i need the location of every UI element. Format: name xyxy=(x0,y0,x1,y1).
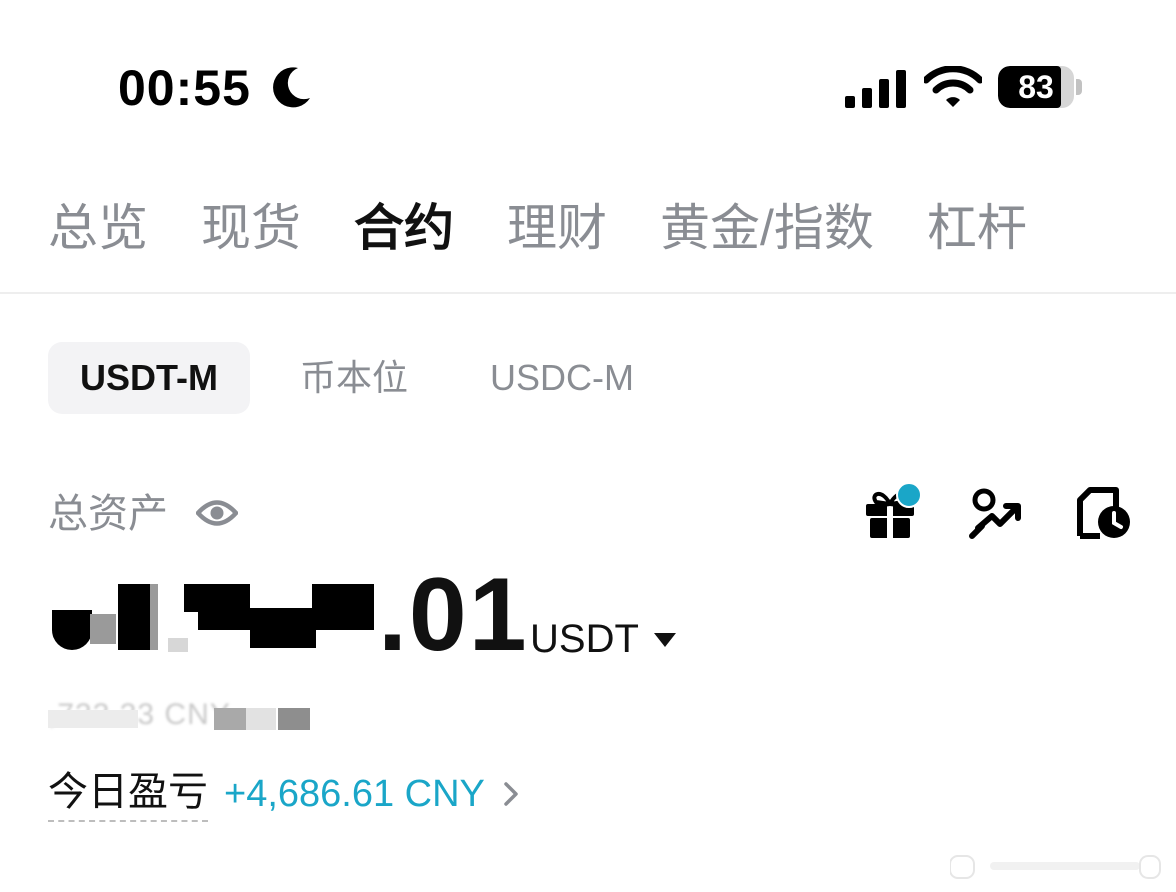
eye-icon[interactable] xyxy=(196,496,238,530)
tab-futures[interactable]: 合约 xyxy=(354,196,454,260)
battery-tip xyxy=(1076,79,1082,95)
trend-icon[interactable] xyxy=(968,486,1024,540)
subtab-usdc-m[interactable]: USDC-M xyxy=(458,342,666,414)
tabs-divider xyxy=(0,292,1176,294)
main-tabs: 总览 现货 合约 理财 黄金/指数 杠杆 xyxy=(48,196,1080,260)
tab-gold-index[interactable]: 黄金/指数 xyxy=(660,196,874,260)
total-assets-label: 总资产 xyxy=(48,492,168,536)
signal-icon xyxy=(845,70,906,108)
status-bar: 00:55 83 xyxy=(0,0,1176,150)
sub-tabs: USDT-M 币本位 USDC-M xyxy=(48,342,684,414)
chevron-right-icon[interactable] xyxy=(501,779,521,809)
subtab-usdt-m[interactable]: USDT-M xyxy=(48,342,250,414)
battery-body: 83 xyxy=(998,66,1074,108)
converted-value: ,733.33 CNY xyxy=(48,698,318,731)
history-icon[interactable] xyxy=(1076,486,1132,540)
wifi-icon xyxy=(924,66,982,107)
today-pnl-value: +4,686.61 CNY xyxy=(224,773,485,815)
status-time: 00:55 xyxy=(118,60,251,116)
battery-indicator: 83 xyxy=(998,66,1084,110)
caret-down-icon[interactable] xyxy=(652,630,678,650)
today-pnl-row[interactable]: 今日盈亏 +4,686.61 CNY xyxy=(48,766,521,822)
subtab-coin-m[interactable]: 币本位 xyxy=(268,342,440,414)
today-pnl-label[interactable]: 今日盈亏 xyxy=(48,766,208,822)
tab-overview[interactable]: 总览 xyxy=(48,196,148,260)
tab-earn[interactable]: 理财 xyxy=(507,196,607,260)
battery-percent: 83 xyxy=(1018,69,1054,105)
moon-icon xyxy=(273,67,310,108)
tab-spot[interactable]: 现货 xyxy=(201,196,301,260)
balance-decimals: .01 xyxy=(378,557,529,673)
currency-selector[interactable]: USDT xyxy=(530,614,639,664)
scroll-handle-artifact xyxy=(950,855,1161,879)
gift-notification-dot xyxy=(896,482,922,508)
tab-margin[interactable]: 杠杆 xyxy=(927,196,1027,260)
